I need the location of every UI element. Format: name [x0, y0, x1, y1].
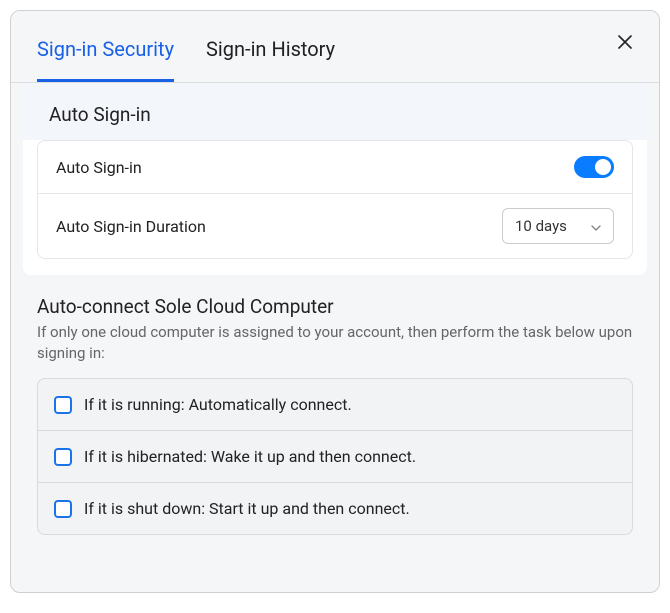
- auto-signin-duration-row: Auto Sign-in Duration 10 days: [38, 193, 632, 258]
- auto-signin-toggle-label: Auto Sign-in: [56, 158, 142, 177]
- checkbox-shutdown-label: If it is shut down: Start it up and then…: [84, 499, 410, 518]
- signin-security-modal: Sign-in Security Sign-in History Auto Si…: [10, 10, 660, 593]
- close-icon: [618, 34, 632, 53]
- auto-signin-header: Auto Sign-in: [23, 83, 647, 140]
- auto-connect-option-hibernated: If it is hibernated: Wake it up and then…: [38, 430, 632, 482]
- chevron-down-icon: [591, 217, 601, 235]
- auto-connect-title: Auto-connect Sole Cloud Computer: [37, 295, 633, 318]
- checkbox-running-label: If it is running: Automatically connect.: [84, 395, 352, 414]
- auto-connect-option-shutdown: If it is shut down: Start it up and then…: [38, 482, 632, 534]
- auto-connect-description: If only one cloud computer is assigned t…: [37, 322, 633, 364]
- auto-connect-option-running: If it is running: Automatically connect.: [38, 379, 632, 430]
- tab-signin-history[interactable]: Sign-in History: [206, 11, 335, 82]
- checkbox-hibernated-label: If it is hibernated: Wake it up and then…: [84, 447, 416, 466]
- close-button[interactable]: [615, 33, 635, 53]
- checkbox-hibernated[interactable]: [54, 448, 72, 466]
- auto-signin-duration-select[interactable]: 10 days: [502, 208, 614, 244]
- auto-signin-duration-label: Auto Sign-in Duration: [56, 217, 206, 236]
- checkbox-shutdown[interactable]: [54, 500, 72, 518]
- auto-signin-settings: Auto Sign-in Auto Sign-in Duration 10 da…: [37, 140, 633, 259]
- auto-signin-panel: Auto Sign-in Auto Sign-in Auto Sign-in D…: [23, 83, 647, 275]
- auto-signin-duration-value: 10 days: [515, 217, 567, 235]
- auto-connect-options: If it is running: Automatically connect.…: [37, 378, 633, 535]
- tabs: Sign-in Security Sign-in History: [11, 11, 659, 83]
- tab-signin-security[interactable]: Sign-in Security: [37, 11, 174, 82]
- auto-connect-section: Auto-connect Sole Cloud Computer If only…: [11, 275, 659, 535]
- checkbox-running[interactable]: [54, 396, 72, 414]
- auto-signin-toggle-row: Auto Sign-in: [38, 141, 632, 193]
- auto-signin-toggle[interactable]: [574, 156, 614, 178]
